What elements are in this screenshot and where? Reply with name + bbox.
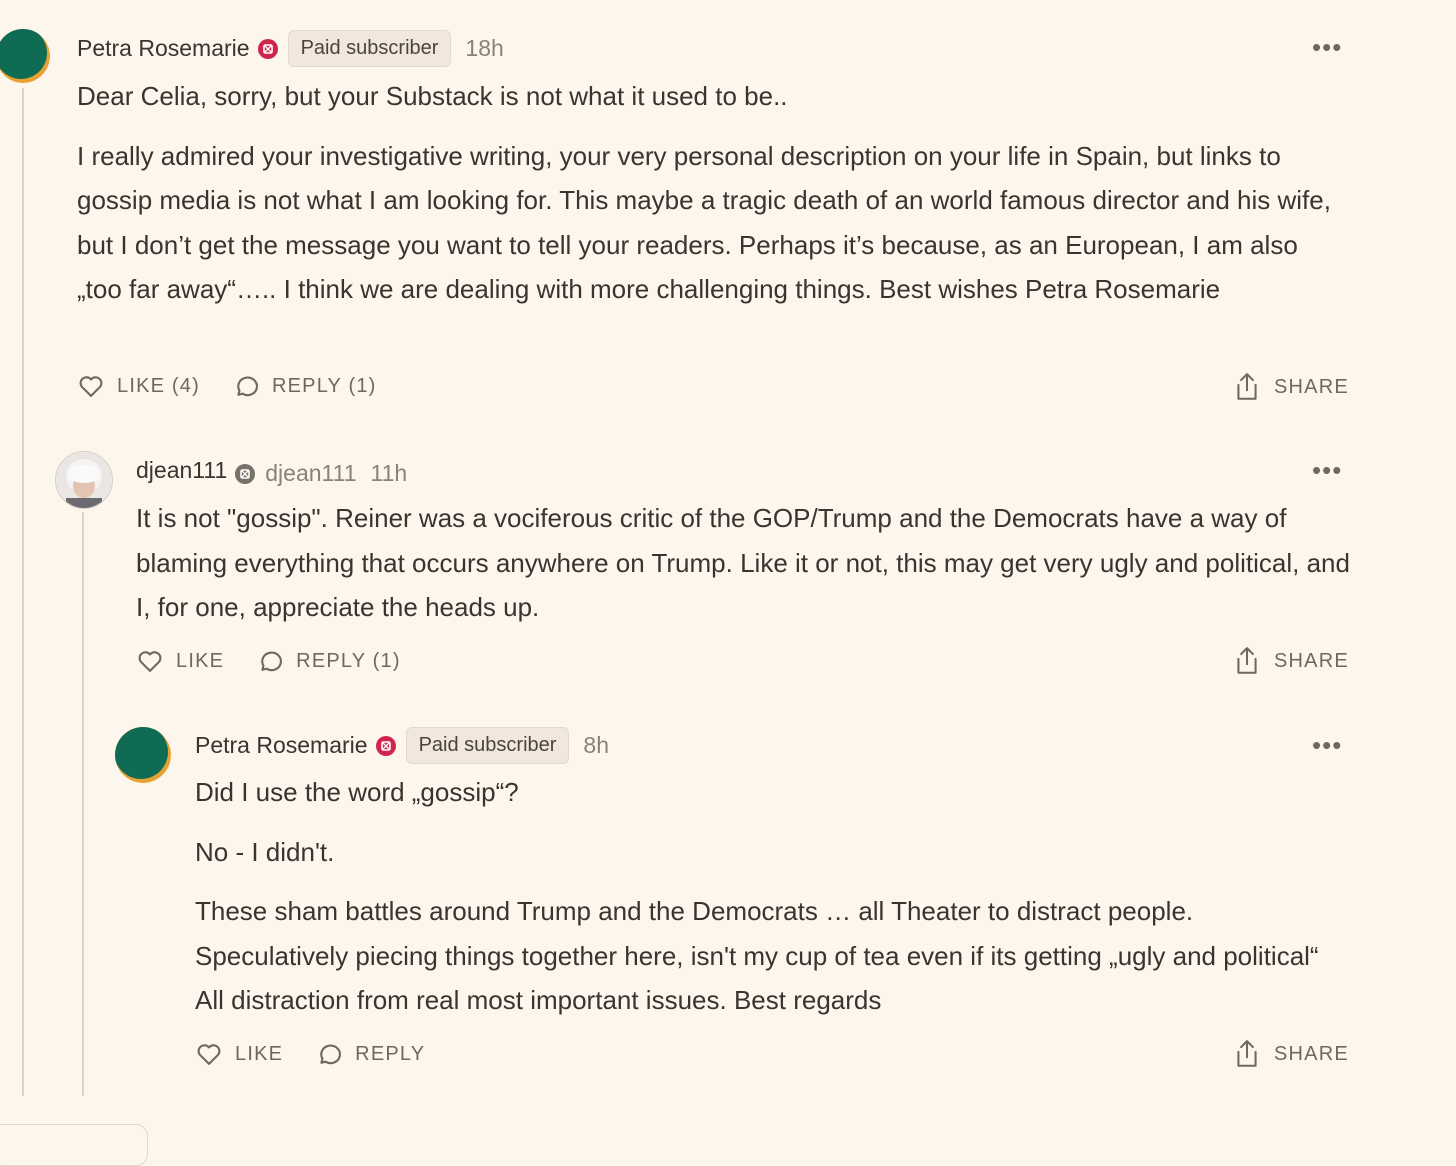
author-name[interactable]: Petra Rosemarie [195,732,368,759]
reply-label: REPLY (1) [296,649,401,672]
bottom-button-partial[interactable] [0,1124,148,1166]
comment-bubble-icon [320,1044,342,1065]
like-label: LIKE (4) [117,374,200,397]
comment-actions: LIKE (4) REPLY (1) [77,372,409,400]
thread-line-reply [82,512,84,1096]
comment-header: Petra Rosemarie Paid subscriber 8h [195,727,609,764]
heart-icon [138,651,162,672]
comment-paragraph: No - I didn't. [195,836,335,867]
comment-actions: LIKE REPLY (1) [136,647,433,675]
comment-actions: LIKE REPLY [195,1040,457,1068]
share-button[interactable]: SHARE [1234,646,1349,676]
subscriber-badge-icon [257,38,278,59]
reply-button[interactable]: REPLY (1) [256,647,401,675]
share-button[interactable]: SHARE [1234,372,1349,402]
author-name[interactable]: djean111 [136,457,227,484]
heart-icon [197,1044,221,1065]
share-label: SHARE [1274,1042,1349,1065]
avatar[interactable] [115,727,171,783]
comment-paragraph: Dear Celia, sorry, but your Substack is … [77,81,788,111]
like-button[interactable]: LIKE [136,647,224,675]
comment-paragraph: Did I use the word „gossip“? [195,777,519,807]
comment-paragraph: I really admired your investigative writ… [77,140,1331,305]
avatar-image [56,452,112,508]
avatar-image [115,727,171,783]
comment-bubble-icon [261,651,283,672]
reply-label: REPLY (1) [271,374,377,397]
paid-subscriber-badge: Paid subscriber [405,727,570,764]
comment-body: Did I use the word „gossip“? No - I didn… [195,770,1345,1023]
share-upload-icon [1237,373,1257,400]
comment-paragraph: These sham battles around Trump and the … [195,896,1319,1016]
avatar[interactable] [55,451,113,509]
more-dots-icon[interactable]: ••• [1312,457,1342,483]
subscriber-badge-icon [375,735,396,756]
share-label: SHARE [1274,649,1349,672]
paid-subscriber-badge: Paid subscriber [287,30,452,67]
share-upload-icon [1237,647,1257,674]
reply-button[interactable]: REPLY [315,1040,425,1068]
timestamp[interactable]: 11h [371,460,408,487]
timestamp[interactable]: 8h [583,732,609,759]
avatar[interactable] [0,29,50,83]
comment-body: Dear Celia, sorry, but your Substack is … [77,74,1337,312]
comment-body: It is not "gossip". Reiner was a vocifer… [136,496,1351,630]
timestamp[interactable]: 18h [465,35,503,62]
more-dots-icon[interactable]: ••• [1312,34,1342,60]
share-button[interactable]: SHARE [1234,1039,1349,1069]
share-upload-icon [1237,1040,1257,1067]
like-button[interactable]: LIKE [195,1040,283,1068]
share-label: SHARE [1274,375,1349,398]
author-handle[interactable]: djean111 [265,460,356,487]
subscriber-badge-icon [235,463,256,484]
like-button[interactable]: LIKE (4) [77,372,200,400]
avatar-image [0,29,50,83]
reply-label: REPLY [355,1042,426,1065]
comment-header: Petra Rosemarie Paid subscriber 18h [77,30,504,67]
like-label: LIKE [176,649,225,672]
heart-icon [79,376,103,397]
thread-line-root [22,88,24,1096]
comment-paragraph: It is not "gossip". Reiner was a vocifer… [136,503,1350,623]
author-name[interactable]: Petra Rosemarie [77,35,250,62]
reply-button[interactable]: REPLY (1) [232,372,377,400]
comment-bubble-icon [237,376,258,397]
like-label: LIKE [235,1042,284,1065]
more-dots-icon[interactable]: ••• [1312,732,1342,758]
comment-header: djean111 djean111 11h [136,454,407,487]
